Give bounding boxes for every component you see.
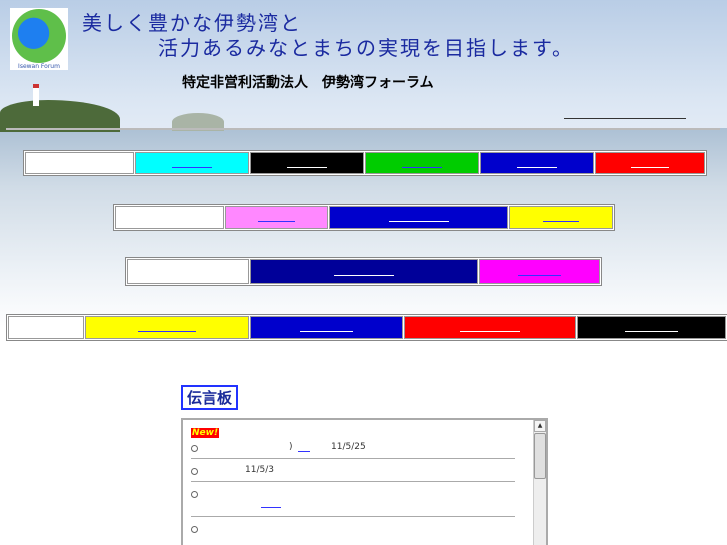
item-link[interactable] <box>261 507 281 508</box>
divider <box>6 128 720 130</box>
nav-link-underline <box>299 323 354 332</box>
nav-link-underline <box>172 159 212 168</box>
nav-link[interactable] <box>25 152 134 174</box>
nav-link-underline <box>334 267 394 276</box>
nav-link-underline <box>460 323 520 332</box>
nav-link-underline <box>542 213 580 222</box>
nav-link[interactable] <box>509 206 613 229</box>
nav-link-underline <box>518 267 561 276</box>
divider <box>191 516 515 517</box>
nav-link-underline <box>287 159 327 168</box>
nav-link-underline <box>402 159 442 168</box>
nav-link-underline <box>258 213 295 222</box>
item-date: 11/5/25 <box>331 442 366 452</box>
divider <box>564 118 686 119</box>
nav-link[interactable] <box>479 259 600 284</box>
nav-row-2 <box>113 204 615 231</box>
nav-link[interactable] <box>135 152 249 174</box>
nav-row-4 <box>6 314 727 341</box>
globe-icon <box>12 9 66 63</box>
bullet-icon <box>191 491 198 498</box>
bullet-icon <box>191 526 198 533</box>
nav-link-underline <box>517 159 557 168</box>
new-badge: New! <box>191 428 220 438</box>
lighthouse-image <box>33 84 39 106</box>
nav-link-underline <box>630 159 670 168</box>
divider <box>191 481 515 482</box>
nav-link[interactable] <box>480 152 594 174</box>
nav-link-underline <box>388 213 449 222</box>
scroll-up-icon[interactable]: ▲ <box>534 420 546 432</box>
message-board: New! ) 11/5/25 11/5/3 ▲ <box>181 418 548 545</box>
scrollbar[interactable]: ▲ <box>533 420 546 545</box>
nav-link[interactable] <box>85 316 249 339</box>
nav-link[interactable] <box>8 316 84 339</box>
nav-link[interactable] <box>250 152 364 174</box>
nav-link[interactable] <box>595 152 705 174</box>
divider <box>191 458 515 459</box>
nav-link[interactable] <box>365 152 479 174</box>
nav-link[interactable] <box>404 316 576 339</box>
item-link[interactable] <box>298 451 310 452</box>
item-date: 11/5/3 <box>245 465 274 475</box>
nav-link[interactable] <box>577 316 726 339</box>
nav-link[interactable] <box>127 259 249 284</box>
nav-link[interactable] <box>115 206 224 229</box>
bullet-icon <box>191 468 198 475</box>
bullet-icon <box>191 445 198 452</box>
logo[interactable]: Isewan Forum <box>10 8 68 70</box>
nav-row-3 <box>125 257 602 286</box>
nav-link-underline <box>625 323 678 332</box>
nav-link[interactable] <box>329 206 508 229</box>
nav-row-1 <box>23 150 707 176</box>
nav-link[interactable] <box>250 259 478 284</box>
slogan-line2: 活力あるみなとまちの実現を目指します。 <box>158 36 574 60</box>
nav-link-underline <box>138 323 196 332</box>
nav-link[interactable] <box>250 316 403 339</box>
org-name: 特定非営利活動法人 伊勢湾フォーラム <box>182 75 434 91</box>
board-title: 伝言板 <box>181 385 238 410</box>
scroll-thumb[interactable] <box>534 433 546 479</box>
nav-link[interactable] <box>225 206 328 229</box>
logo-text: Isewan Forum <box>18 63 60 70</box>
item-paren: ) <box>289 442 293 452</box>
